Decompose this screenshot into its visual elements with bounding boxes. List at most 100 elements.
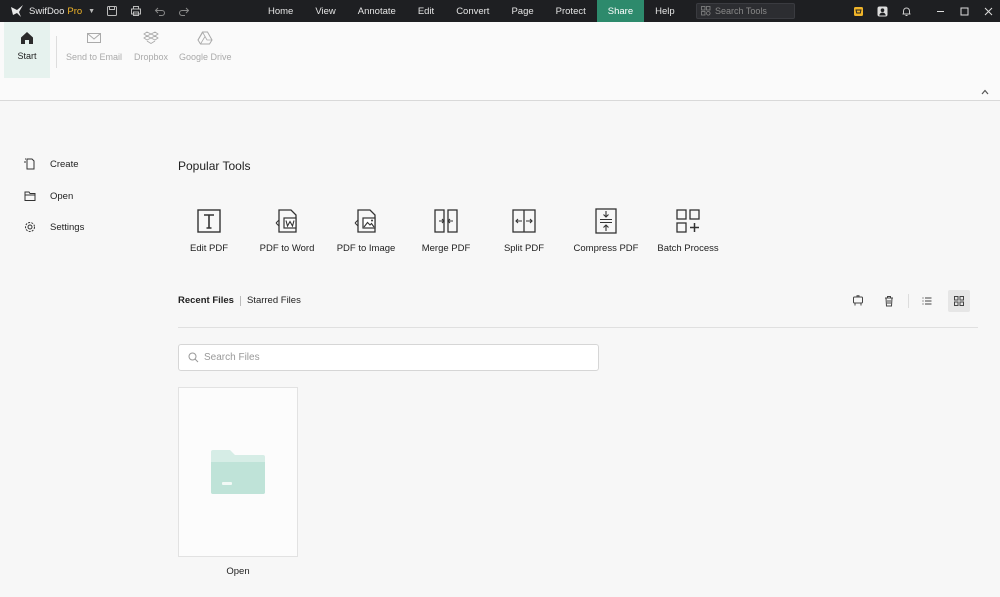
email-icon (87, 33, 102, 43)
menu-share[interactable]: Share (596, 0, 645, 22)
menu-home[interactable]: Home (257, 0, 304, 22)
open-file-label: Open (226, 566, 250, 577)
tool-batch-process[interactable]: Batch Process (643, 207, 733, 254)
google-drive-label: Google Drive (179, 52, 232, 62)
files-divider (178, 327, 978, 328)
open-folder-icon (24, 191, 36, 201)
tool-split-pdf[interactable]: Split PDF (479, 207, 569, 254)
save-icon (107, 6, 117, 16)
menu-view[interactable]: View (304, 0, 346, 22)
popular-tools-title: Popular Tools (178, 159, 251, 173)
collapse-ribbon-icon[interactable] (980, 87, 990, 97)
dropbox-label: Dropbox (134, 52, 169, 62)
send-to-email-button[interactable]: Send to Email (66, 30, 122, 62)
tab-divider (239, 295, 241, 306)
bell-icon (902, 7, 910, 16)
title-bar: SwifDoo Pro ▼ Home View Annotate Edit Co… (0, 0, 1000, 22)
print-button[interactable] (124, 0, 148, 22)
app-logo[interactable]: SwifDoo Pro ▼ (0, 4, 100, 18)
sidebar-item-create[interactable]: Create (24, 158, 79, 170)
minimize-button[interactable] (928, 0, 952, 22)
file-tabs: Recent Files Starred Files (178, 295, 301, 306)
close-button[interactable] (976, 0, 1000, 22)
ribbon-divider (56, 36, 57, 68)
save-button[interactable] (100, 0, 124, 22)
quick-access-toolbar (100, 0, 196, 22)
clean-invalid-files-button[interactable] (847, 290, 869, 312)
maximize-button[interactable] (952, 0, 976, 22)
tab-recent-files[interactable]: Recent Files (178, 295, 234, 306)
menu-edit[interactable]: Edit (407, 0, 445, 22)
account-button[interactable] (870, 0, 894, 22)
sidebar-item-settings-label: Settings (50, 221, 85, 233)
menu-help[interactable]: Help (644, 0, 686, 22)
google-drive-button[interactable]: Google Drive (179, 30, 232, 62)
sidebar-item-open[interactable]: Open (24, 190, 73, 202)
main-menu: Home View Annotate Edit Convert Page Pro… (257, 0, 686, 22)
tool-compress-pdf-label: Compress PDF (573, 243, 639, 254)
folder-icon (211, 450, 265, 494)
store-button[interactable] (846, 0, 870, 22)
sidebar-item-open-label: Open (50, 190, 74, 202)
cart-icon (853, 6, 863, 16)
menu-page[interactable]: Page (500, 0, 544, 22)
ribbon-start-button[interactable]: Start (4, 22, 50, 78)
trash-icon (885, 296, 893, 307)
sidebar-item-settings[interactable]: Settings (24, 221, 84, 233)
minimize-icon (936, 10, 944, 12)
gear-icon (25, 222, 35, 232)
tool-pdf-to-word[interactable]: PDF to Word (242, 207, 332, 254)
dropbox-icon (143, 31, 159, 45)
image-convert-icon (354, 209, 376, 233)
undo-icon (154, 7, 165, 16)
search-tools-input[interactable]: Search Tools (696, 3, 795, 19)
delete-history-button[interactable] (878, 290, 900, 312)
merge-icon (434, 209, 458, 233)
google-drive-icon (197, 31, 213, 45)
notifications-button[interactable] (894, 0, 918, 22)
user-icon (877, 6, 887, 16)
search-tools-icon (701, 6, 711, 16)
grid-view-button[interactable] (948, 290, 970, 312)
print-icon (131, 6, 141, 16)
window-controls (846, 0, 1000, 22)
search-files-box[interactable] (178, 344, 599, 371)
view-toggle-divider (908, 294, 909, 308)
search-files-input[interactable] (204, 352, 584, 363)
redo-button[interactable] (172, 0, 196, 22)
tool-merge-pdf[interactable]: Merge PDF (401, 207, 491, 254)
tool-pdf-to-image-label: PDF to Image (336, 243, 396, 254)
swifdoo-logo-icon (11, 5, 23, 17)
menu-annotate[interactable]: Annotate (347, 0, 407, 22)
broom-icon (853, 295, 863, 306)
split-icon (512, 209, 536, 233)
tool-split-pdf-label: Split PDF (503, 243, 545, 254)
grid-view-icon (954, 296, 964, 306)
list-view-button[interactable] (916, 290, 938, 312)
tool-pdf-to-image[interactable]: PDF to Image (321, 207, 411, 254)
compress-icon (595, 208, 617, 234)
tool-edit-pdf-label: Edit PDF (189, 243, 228, 254)
edit-text-icon (197, 209, 221, 233)
tab-starred-files[interactable]: Starred Files (247, 295, 301, 306)
search-icon (188, 352, 199, 363)
send-to-email-label: Send to Email (66, 52, 123, 62)
search-tools-placeholder: Search Tools (715, 6, 767, 16)
window-controls-spacer (918, 0, 928, 22)
menu-protect[interactable]: Protect (545, 0, 597, 22)
app-menu-caret-icon[interactable]: ▼ (88, 8, 95, 15)
maximize-icon (960, 7, 968, 15)
tool-batch-process-label: Batch Process (657, 243, 719, 254)
menu-convert[interactable]: Convert (445, 0, 500, 22)
dropbox-button[interactable]: Dropbox (134, 30, 168, 62)
batch-grid-icon (676, 209, 700, 233)
tool-merge-pdf-label: Merge PDF (421, 243, 471, 254)
close-icon (984, 7, 992, 15)
tool-edit-pdf[interactable]: Edit PDF (164, 207, 254, 254)
undo-button[interactable] (148, 0, 172, 22)
open-file-card[interactable] (178, 387, 298, 557)
ribbon-start-label: Start (17, 51, 37, 61)
create-file-icon (24, 158, 35, 170)
sidebar-item-create-label: Create (50, 158, 79, 170)
tool-compress-pdf[interactable]: Compress PDF (561, 207, 651, 254)
